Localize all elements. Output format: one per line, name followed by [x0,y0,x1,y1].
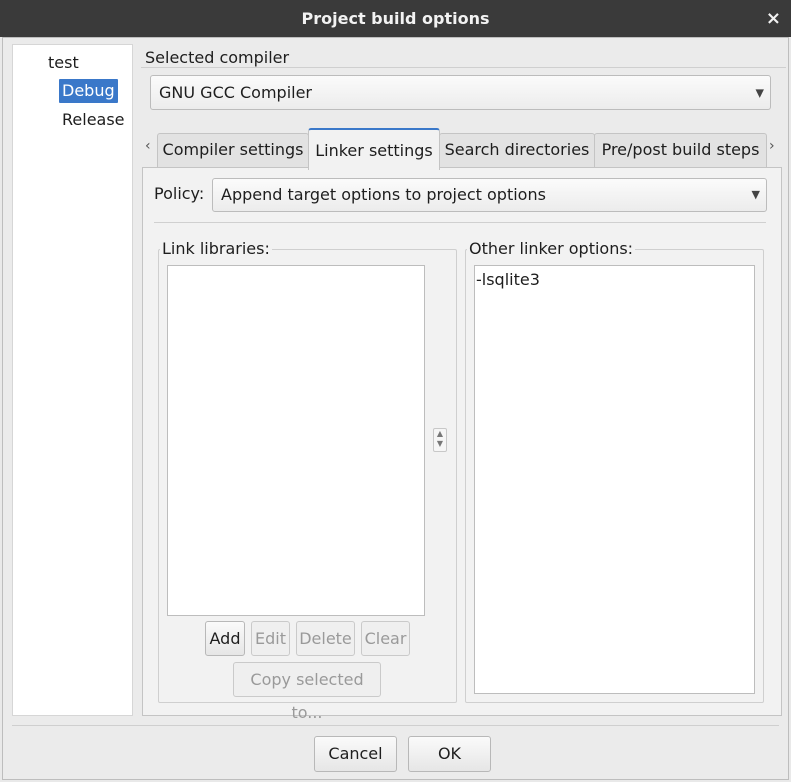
tab-pre-post-build-steps[interactable]: Pre/post build steps [594,133,767,168]
other-linker-options-textarea[interactable]: -lsqlite3 [474,265,755,694]
splitter-handle-icon[interactable]: ▲ ▼ [433,428,447,452]
policy-separator [154,222,766,223]
tree-item-project[interactable]: test [45,51,82,75]
clear-libraries-button[interactable]: Clear [361,621,410,656]
ok-button[interactable]: OK [408,736,491,772]
add-library-button[interactable]: Add [205,621,245,656]
compiler-group-label: Selected compiler [143,48,292,67]
edit-library-button[interactable]: Edit [251,621,290,656]
compiler-select[interactable]: GNU GCC Compiler ▼ [150,75,771,110]
target-tree: test Debug Release [12,44,133,716]
link-libraries-label: Link libraries: [160,239,272,258]
window-title: Project build options [301,9,490,28]
chevron-down-icon: ▼ [755,86,764,99]
policy-select[interactable]: Append target options to project options… [212,178,767,212]
other-linker-options-text: -lsqlite3 [476,270,540,289]
title-bar: Project build options × [0,0,791,37]
tab-scroll-right-icon[interactable]: › [769,138,775,154]
tree-item-release[interactable]: Release [59,108,128,132]
policy-label: Policy: [154,184,205,203]
chevron-down-icon: ▼ [751,188,760,201]
tab-linker-settings[interactable]: Linker settings [308,128,440,170]
tab-search-directories[interactable]: Search directories [439,133,595,168]
footer-separator [12,725,779,726]
compiler-select-value: GNU GCC Compiler [159,83,313,102]
tree-item-debug[interactable]: Debug [59,79,118,103]
close-icon[interactable]: × [766,0,781,37]
cancel-button[interactable]: Cancel [314,736,397,772]
link-libraries-list[interactable] [167,265,425,616]
delete-library-button[interactable]: Delete [296,621,355,656]
other-linker-options-label: Other linker options: [467,239,636,258]
tab-scroll-left-icon[interactable]: ‹ [145,138,151,154]
compiler-group-frame [141,67,786,68]
copy-selected-to-button[interactable]: Copy selected to... [233,662,381,722]
tab-compiler-settings[interactable]: Compiler settings [157,133,309,168]
policy-select-value: Append target options to project options [221,185,546,204]
